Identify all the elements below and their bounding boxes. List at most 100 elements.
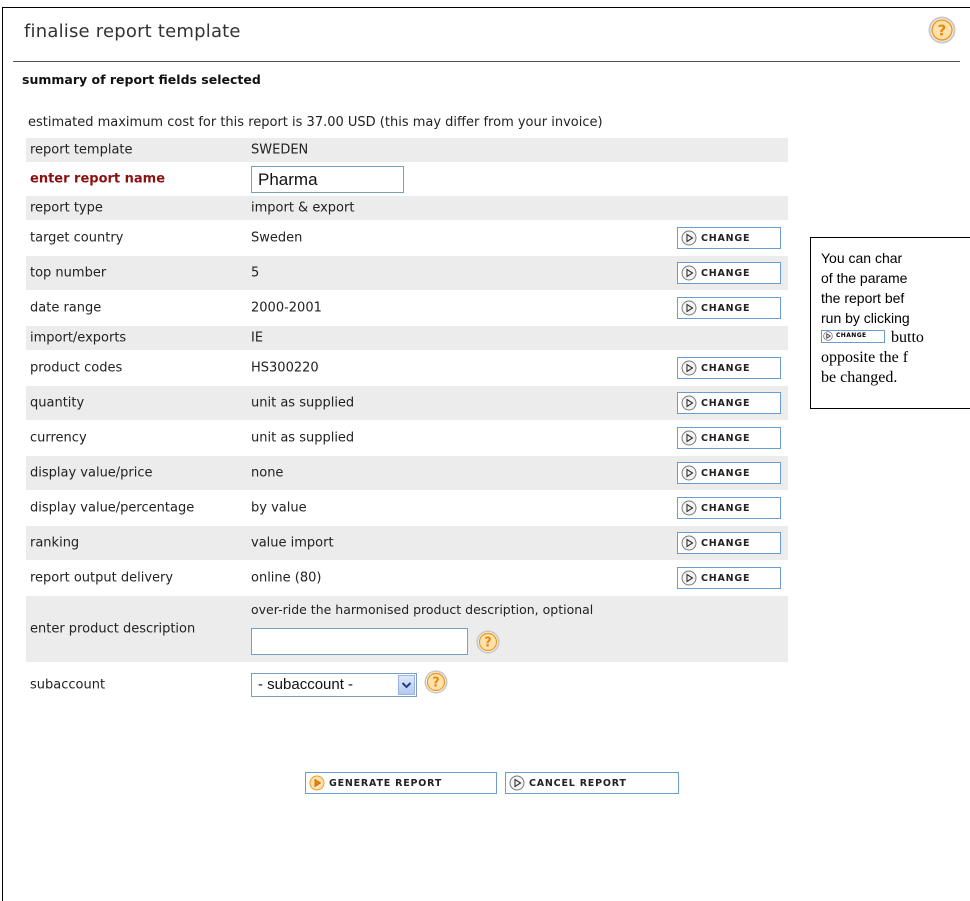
field-label: report output delivery: [30, 570, 174, 586]
row-currency: currency unit as supplied CHANGE: [26, 420, 788, 456]
title-divider: [13, 61, 960, 62]
field-label-required: enter report name: [30, 171, 166, 187]
field-label: ranking: [30, 535, 80, 551]
subaccount-select[interactable]: - subaccount -: [251, 673, 417, 697]
row-product-codes: product codes HS300220 CHANGE: [26, 350, 788, 386]
callout-line: run by clicking: [821, 310, 910, 326]
play-triangle-icon: [509, 775, 525, 791]
change-display-value-price-button[interactable]: CHANGE: [677, 462, 781, 484]
change-display-value-percentage-button[interactable]: CHANGE: [677, 497, 781, 519]
field-value: SWEDEN: [251, 142, 309, 158]
field-value: by value: [251, 500, 307, 516]
help-icon[interactable]: ?: [476, 630, 500, 658]
button-label: CHANGE: [701, 362, 751, 374]
button-label: CHANGE: [701, 467, 751, 479]
row-display-value-percentage: display value/percentage by value CHANGE: [26, 490, 788, 526]
play-triangle-icon: [681, 360, 697, 376]
field-value: Sweden: [251, 230, 303, 246]
chevron-down-icon[interactable]: [398, 675, 415, 695]
row-report-output-delivery: report output delivery online (80) CHANG…: [26, 560, 788, 596]
change-target-country-button[interactable]: CHANGE: [677, 227, 781, 249]
callout-text: butto: [891, 329, 924, 346]
play-triangle-icon: [681, 230, 697, 246]
row-ranking: ranking value import CHANGE: [26, 526, 788, 560]
button-label: CANCEL REPORT: [529, 777, 627, 789]
field-label: report template: [30, 142, 133, 158]
field-value: online (80): [251, 570, 322, 586]
callout-line: You can char: [821, 250, 903, 266]
button-label: CHANGE: [701, 267, 751, 279]
cost-estimate: estimated maximum cost for this report i…: [28, 115, 603, 130]
play-triangle-icon: [823, 331, 833, 341]
field-label: report type: [30, 200, 103, 216]
field-value: HS300220: [251, 360, 319, 376]
field-value: import & export: [251, 200, 355, 216]
change-top-number-button[interactable]: CHANGE: [677, 262, 781, 284]
row-subaccount: subaccount - subaccount - ?: [26, 662, 788, 708]
row-report-name: enter report name: [26, 162, 788, 196]
play-triangle-icon: [681, 465, 697, 481]
field-label: quantity: [30, 395, 85, 411]
mini-button-label: CHANGE: [836, 332, 867, 339]
field-label: currency: [30, 430, 87, 446]
change-product-codes-button[interactable]: CHANGE: [677, 357, 781, 379]
row-target-country: target country Sweden CHANGE: [26, 220, 788, 256]
field-value: 5: [251, 265, 260, 281]
button-label: CHANGE: [701, 432, 751, 444]
field-value: IE: [251, 330, 264, 346]
change-ranking-button[interactable]: CHANGE: [677, 532, 781, 554]
field-label: date range: [30, 300, 102, 316]
svg-text:?: ?: [938, 22, 947, 40]
callout-line: be changed.: [821, 369, 898, 386]
select-value: - subaccount -: [258, 676, 354, 693]
row-import-exports: import/exports IE: [26, 326, 788, 350]
row-report-type: report type import & export: [26, 196, 788, 220]
play-triangle-icon: [681, 570, 697, 586]
page-title: finalise report template: [24, 21, 241, 42]
play-triangle-icon: [681, 430, 697, 446]
row-product-description: enter product description over-ride the …: [26, 596, 788, 662]
report-name-input[interactable]: [251, 166, 404, 193]
row-top-number: top number 5 CHANGE: [26, 256, 788, 290]
help-icon[interactable]: ?: [424, 670, 448, 698]
change-report-output-delivery-button[interactable]: CHANGE: [677, 567, 781, 589]
field-label: enter product description: [30, 621, 196, 637]
callout-line: of the parame: [821, 270, 908, 286]
change-currency-button[interactable]: CHANGE: [677, 427, 781, 449]
play-triangle-icon: [681, 395, 697, 411]
field-value: unit as supplied: [251, 395, 355, 411]
button-label: CHANGE: [701, 302, 751, 314]
change-quantity-button[interactable]: CHANGE: [677, 392, 781, 414]
field-label: subaccount: [30, 677, 106, 693]
play-triangle-icon: [681, 265, 697, 281]
field-value: unit as supplied: [251, 430, 355, 446]
help-callout: You can char of the parame the report be…: [810, 237, 970, 409]
field-label: display value/price: [30, 465, 153, 481]
button-label: GENERATE REPORT: [329, 777, 443, 789]
play-triangle-icon: [681, 300, 697, 316]
help-icon[interactable]: ?: [928, 16, 956, 48]
callout-line: the report bef: [821, 290, 905, 306]
field-value: none: [251, 465, 284, 481]
report-fields-table: report template SWEDEN enter report name…: [26, 138, 788, 708]
change-date-range-button[interactable]: CHANGE: [677, 297, 781, 319]
generate-report-button[interactable]: GENERATE REPORT: [305, 772, 497, 794]
row-display-value-price: display value/price none CHANGE: [26, 456, 788, 490]
field-value: value import: [251, 535, 334, 551]
button-label: CHANGE: [701, 537, 751, 549]
callout-line: opposite the f: [821, 349, 909, 366]
button-label: CHANGE: [701, 397, 751, 409]
svg-text:?: ?: [484, 636, 491, 651]
row-quantity: quantity unit as supplied CHANGE: [26, 386, 788, 420]
row-date-range: date range 2000-2001 CHANGE: [26, 290, 788, 326]
button-label: CHANGE: [701, 502, 751, 514]
product-description-input[interactable]: [251, 628, 468, 655]
callout-change-button-image: CHANGE: [821, 329, 885, 343]
button-label: CHANGE: [701, 572, 751, 584]
product-description-hint: over-ride the harmonised product descrip…: [251, 602, 594, 617]
section-title: summary of report fields selected: [22, 72, 261, 87]
field-label: top number: [30, 265, 107, 281]
field-label: import/exports: [30, 330, 127, 346]
cancel-report-button[interactable]: CANCEL REPORT: [505, 772, 679, 794]
field-value: 2000-2001: [251, 300, 322, 316]
